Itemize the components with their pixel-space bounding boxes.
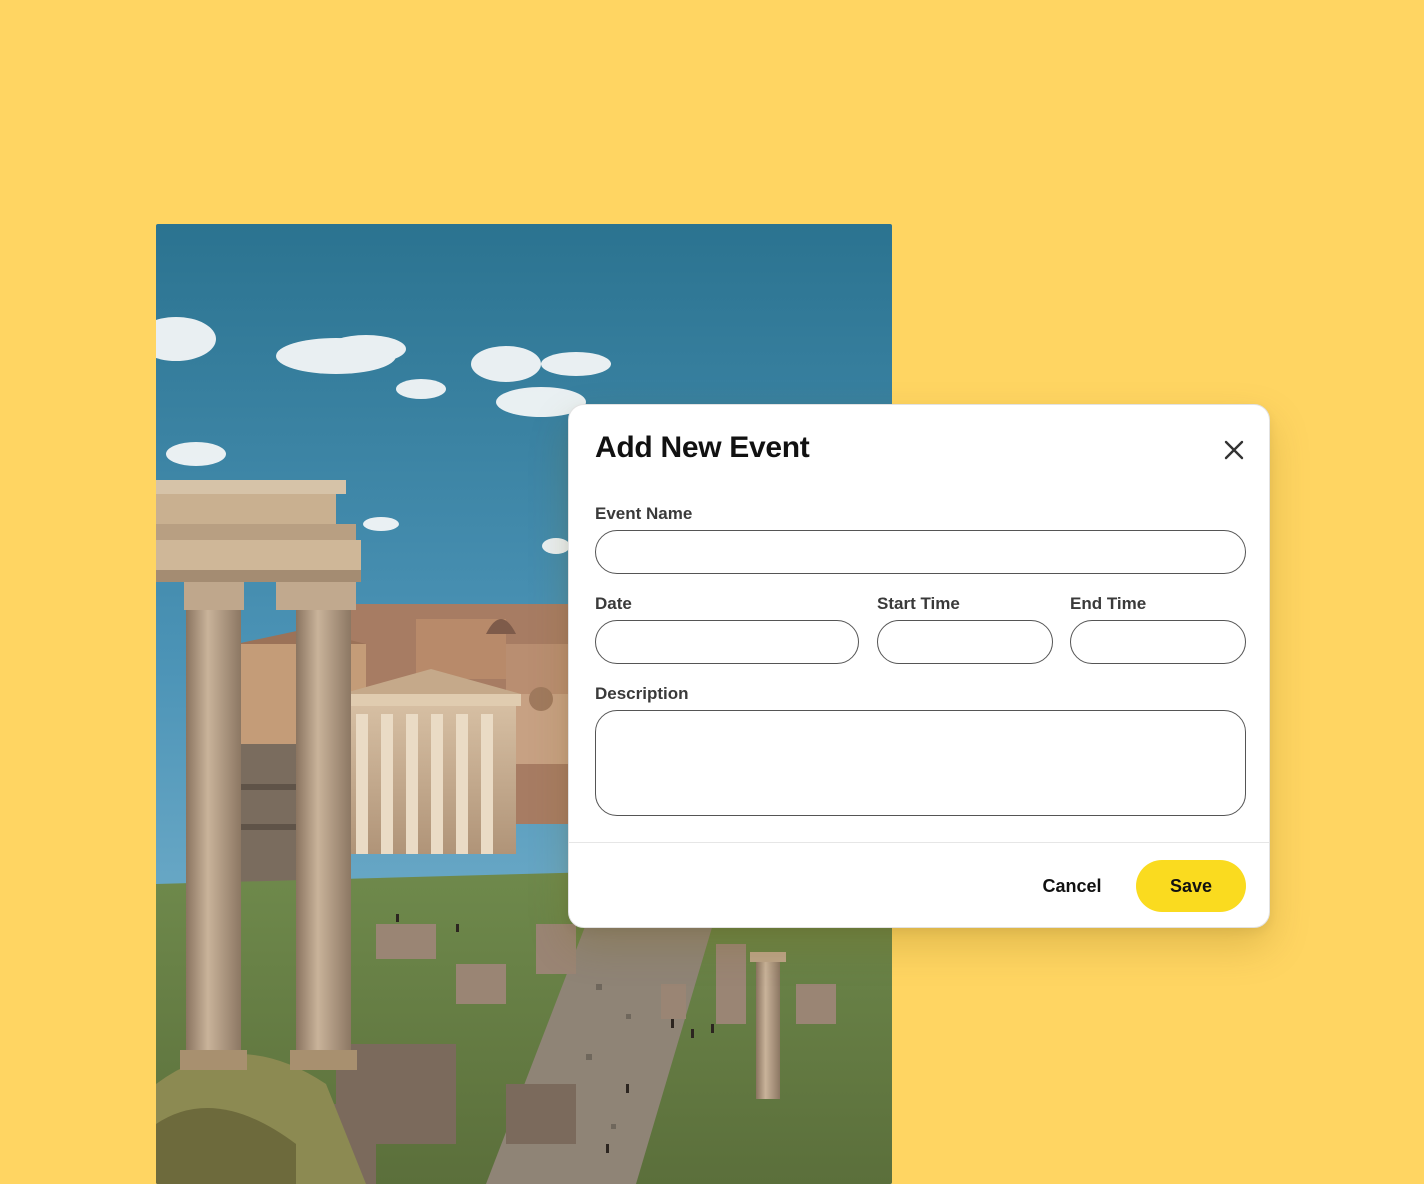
event-name-label: Event Name <box>595 504 693 523</box>
description-textarea[interactable] <box>595 710 1246 816</box>
event-name-input[interactable] <box>595 530 1246 574</box>
close-button[interactable] <box>1219 435 1249 465</box>
date-label: Date <box>595 594 632 613</box>
footer-divider <box>569 842 1269 843</box>
add-event-dialog: Add New Event Event Name Date Start Time… <box>568 404 1270 928</box>
page-canvas: Add New Event Event Name Date Start Time… <box>0 0 1424 1184</box>
cancel-button[interactable]: Cancel <box>1021 860 1123 912</box>
save-button[interactable]: Save <box>1136 860 1246 912</box>
dialog-title: Add New Event <box>595 431 810 464</box>
start-time-label: Start Time <box>877 594 960 613</box>
description-label: Description <box>595 684 689 703</box>
start-time-input[interactable] <box>877 620 1053 664</box>
date-input[interactable] <box>595 620 859 664</box>
close-icon <box>1224 440 1244 460</box>
end-time-label: End Time <box>1070 594 1147 613</box>
end-time-input[interactable] <box>1070 620 1246 664</box>
